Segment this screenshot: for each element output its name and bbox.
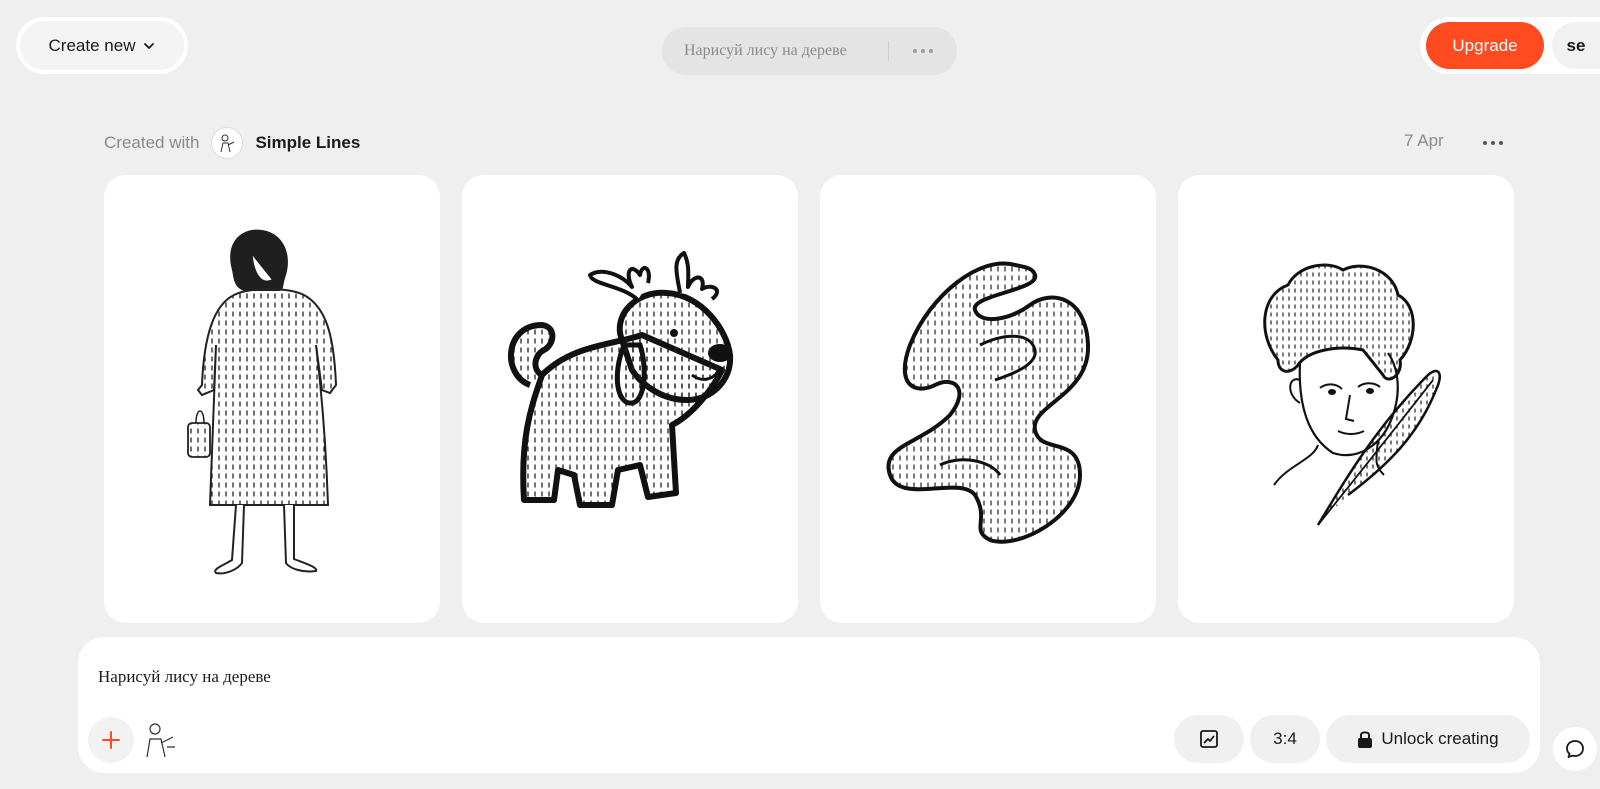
create-new-button[interactable]: Create new bbox=[16, 17, 188, 74]
image-ratio-icon bbox=[1200, 730, 1218, 748]
more-dots-icon[interactable] bbox=[1479, 133, 1507, 153]
create-new-inner[interactable]: Create new bbox=[20, 21, 184, 70]
generation-meta: Created with Simple Lines bbox=[104, 127, 360, 159]
add-button[interactable] bbox=[88, 717, 134, 763]
image-ratio-button[interactable] bbox=[1174, 715, 1244, 763]
generated-image-4[interactable] bbox=[1178, 175, 1514, 623]
unlock-creating-label: Unlock creating bbox=[1381, 729, 1499, 748]
squiggle-illustration bbox=[886, 261, 1091, 544]
chevron-down-icon bbox=[144, 42, 155, 49]
chat-icon bbox=[1566, 740, 1584, 758]
generation-date: 7 Apr bbox=[1404, 131, 1444, 150]
style-name[interactable]: Simple Lines bbox=[255, 133, 360, 153]
prompt-preview-pill[interactable]: Нарисуй лису на дереве bbox=[662, 27, 957, 75]
dog-illustration bbox=[507, 251, 734, 508]
prompt-composer[interactable]: Нарисуй лису на дереве 3:4 Unlock creati… bbox=[78, 637, 1540, 773]
prompt-input[interactable]: Нарисуй лису на дереве bbox=[98, 667, 271, 687]
account-area: Upgrade se bbox=[1420, 17, 1600, 74]
style-avatar[interactable] bbox=[211, 127, 244, 159]
generated-image-3[interactable] bbox=[820, 175, 1156, 623]
chat-button[interactable] bbox=[1553, 727, 1597, 771]
generated-image-1[interactable] bbox=[104, 175, 440, 623]
style-thumbnail[interactable] bbox=[138, 719, 180, 761]
prompt-preview-text: Нарисуй лису на дереве bbox=[684, 42, 847, 59]
upgrade-button[interactable]: Upgrade bbox=[1426, 22, 1544, 69]
aspect-ratio-button[interactable]: 3:4 bbox=[1250, 715, 1320, 763]
pill-divider bbox=[888, 41, 889, 61]
lock-icon bbox=[1358, 731, 1373, 748]
created-with-label: Created with bbox=[104, 133, 200, 152]
create-new-label: Create new bbox=[48, 35, 136, 55]
portrait-illustration bbox=[1263, 263, 1441, 526]
more-dots-icon[interactable] bbox=[910, 41, 936, 61]
generated-image-2[interactable] bbox=[462, 175, 798, 623]
woman-illustration bbox=[187, 229, 338, 575]
unlock-creating-button[interactable]: Unlock creating bbox=[1326, 715, 1530, 763]
user-avatar[interactable]: se bbox=[1552, 22, 1600, 69]
plus-icon bbox=[102, 731, 120, 749]
